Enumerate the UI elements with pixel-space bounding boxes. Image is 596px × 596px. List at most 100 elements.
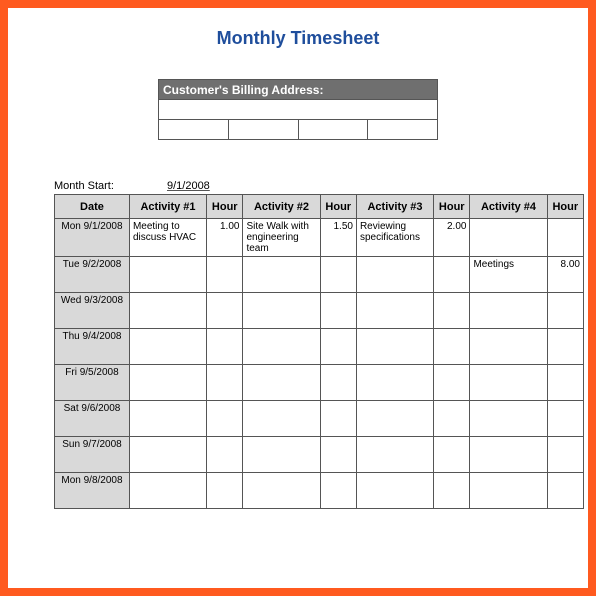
activity2-cell[interactable] bbox=[243, 257, 320, 293]
hour3-cell[interactable] bbox=[434, 329, 470, 365]
hour4-cell[interactable] bbox=[547, 329, 583, 365]
activity3-cell[interactable] bbox=[356, 365, 433, 401]
hour2-cell[interactable] bbox=[320, 257, 356, 293]
date-cell: Mon 9/8/2008 bbox=[55, 473, 130, 509]
hour3-cell[interactable] bbox=[434, 437, 470, 473]
activity4-cell[interactable] bbox=[470, 293, 547, 329]
table-row: Mon 9/1/2008Meeting to discuss HVAC1.00S… bbox=[55, 219, 584, 257]
hour4-cell[interactable] bbox=[547, 293, 583, 329]
billing-cell[interactable] bbox=[228, 120, 298, 140]
header-activity1: Activity #1 bbox=[129, 195, 206, 219]
hour1-cell[interactable]: 1.00 bbox=[207, 219, 243, 257]
header-date: Date bbox=[55, 195, 130, 219]
hour1-cell[interactable] bbox=[207, 257, 243, 293]
table-row: Tue 9/2/2008 Meetings8.00 bbox=[55, 257, 584, 293]
activity1-cell[interactable] bbox=[129, 257, 206, 293]
table-row: Thu 9/4/2008 bbox=[55, 329, 584, 365]
activity2-cell[interactable] bbox=[243, 401, 320, 437]
document-title: Monthly Timesheet bbox=[26, 28, 570, 49]
billing-cell[interactable] bbox=[159, 120, 229, 140]
activity2-cell[interactable] bbox=[243, 293, 320, 329]
date-cell: Thu 9/4/2008 bbox=[55, 329, 130, 365]
billing-row[interactable] bbox=[159, 100, 438, 120]
date-cell: Fri 9/5/2008 bbox=[55, 365, 130, 401]
hour3-cell[interactable] bbox=[434, 473, 470, 509]
activity1-cell[interactable]: Meeting to discuss HVAC bbox=[129, 219, 206, 257]
header-hour4: Hour bbox=[547, 195, 583, 219]
date-cell: Sun 9/7/2008 bbox=[55, 437, 130, 473]
hour2-cell[interactable] bbox=[320, 329, 356, 365]
table-row: Fri 9/5/2008 bbox=[55, 365, 584, 401]
billing-header: Customer's Billing Address: bbox=[159, 80, 438, 100]
hour3-cell[interactable] bbox=[434, 293, 470, 329]
header-row: Date Activity #1 Hour Activity #2 Hour A… bbox=[55, 195, 584, 219]
activity2-cell[interactable] bbox=[243, 437, 320, 473]
table-row: Mon 9/8/2008 bbox=[55, 473, 584, 509]
activity1-cell[interactable] bbox=[129, 401, 206, 437]
activity3-cell[interactable] bbox=[356, 437, 433, 473]
activity1-cell[interactable] bbox=[129, 329, 206, 365]
activity4-cell[interactable] bbox=[470, 473, 547, 509]
date-cell: Tue 9/2/2008 bbox=[55, 257, 130, 293]
billing-cell[interactable] bbox=[298, 120, 368, 140]
header-hour2: Hour bbox=[320, 195, 356, 219]
hour2-cell[interactable] bbox=[320, 473, 356, 509]
month-start-label: Month Start: bbox=[54, 180, 114, 192]
hour4-cell[interactable]: 8.00 bbox=[547, 257, 583, 293]
header-hour1: Hour bbox=[207, 195, 243, 219]
hour2-cell[interactable] bbox=[320, 293, 356, 329]
hour4-cell[interactable] bbox=[547, 473, 583, 509]
hour1-cell[interactable] bbox=[207, 293, 243, 329]
hour1-cell[interactable] bbox=[207, 437, 243, 473]
activity3-cell[interactable] bbox=[356, 401, 433, 437]
activity4-cell[interactable] bbox=[470, 437, 547, 473]
hour2-cell[interactable] bbox=[320, 365, 356, 401]
table-row: Wed 9/3/2008 bbox=[55, 293, 584, 329]
month-start: Month Start: 9/1/2008 bbox=[54, 180, 570, 192]
table-row: Sun 9/7/2008 bbox=[55, 437, 584, 473]
hour2-cell[interactable]: 1.50 bbox=[320, 219, 356, 257]
activity4-cell[interactable] bbox=[470, 401, 547, 437]
activity3-cell[interactable]: Reviewing specifications bbox=[356, 219, 433, 257]
month-start-value[interactable]: 9/1/2008 bbox=[167, 180, 210, 192]
hour3-cell[interactable] bbox=[434, 401, 470, 437]
activity1-cell[interactable] bbox=[129, 293, 206, 329]
activity4-cell[interactable] bbox=[470, 365, 547, 401]
timesheet-table: Date Activity #1 Hour Activity #2 Hour A… bbox=[54, 194, 584, 509]
hour3-cell[interactable]: 2.00 bbox=[434, 219, 470, 257]
activity2-cell[interactable] bbox=[243, 329, 320, 365]
activity2-cell[interactable] bbox=[243, 365, 320, 401]
hour4-cell[interactable] bbox=[547, 365, 583, 401]
hour3-cell[interactable] bbox=[434, 257, 470, 293]
table-row: Sat 9/6/2008 bbox=[55, 401, 584, 437]
hour1-cell[interactable] bbox=[207, 401, 243, 437]
hour2-cell[interactable] bbox=[320, 437, 356, 473]
hour4-cell[interactable] bbox=[547, 437, 583, 473]
date-cell: Wed 9/3/2008 bbox=[55, 293, 130, 329]
activity3-cell[interactable] bbox=[356, 473, 433, 509]
activity1-cell[interactable] bbox=[129, 437, 206, 473]
hour4-cell[interactable] bbox=[547, 401, 583, 437]
activity2-cell[interactable] bbox=[243, 473, 320, 509]
header-hour3: Hour bbox=[434, 195, 470, 219]
activity3-cell[interactable] bbox=[356, 293, 433, 329]
hour2-cell[interactable] bbox=[320, 401, 356, 437]
hour1-cell[interactable] bbox=[207, 473, 243, 509]
date-cell: Sat 9/6/2008 bbox=[55, 401, 130, 437]
header-activity4: Activity #4 bbox=[470, 195, 547, 219]
hour4-cell[interactable] bbox=[547, 219, 583, 257]
activity3-cell[interactable] bbox=[356, 257, 433, 293]
hour1-cell[interactable] bbox=[207, 365, 243, 401]
activity2-cell[interactable]: Site Walk with engineering team bbox=[243, 219, 320, 257]
activity1-cell[interactable] bbox=[129, 473, 206, 509]
activity3-cell[interactable] bbox=[356, 329, 433, 365]
activity4-cell[interactable] bbox=[470, 219, 547, 257]
activity4-cell[interactable]: Meetings bbox=[470, 257, 547, 293]
activity4-cell[interactable] bbox=[470, 329, 547, 365]
header-activity3: Activity #3 bbox=[356, 195, 433, 219]
activity1-cell[interactable] bbox=[129, 365, 206, 401]
billing-address-table: Customer's Billing Address: bbox=[158, 79, 438, 140]
hour3-cell[interactable] bbox=[434, 365, 470, 401]
billing-cell[interactable] bbox=[368, 120, 438, 140]
hour1-cell[interactable] bbox=[207, 329, 243, 365]
